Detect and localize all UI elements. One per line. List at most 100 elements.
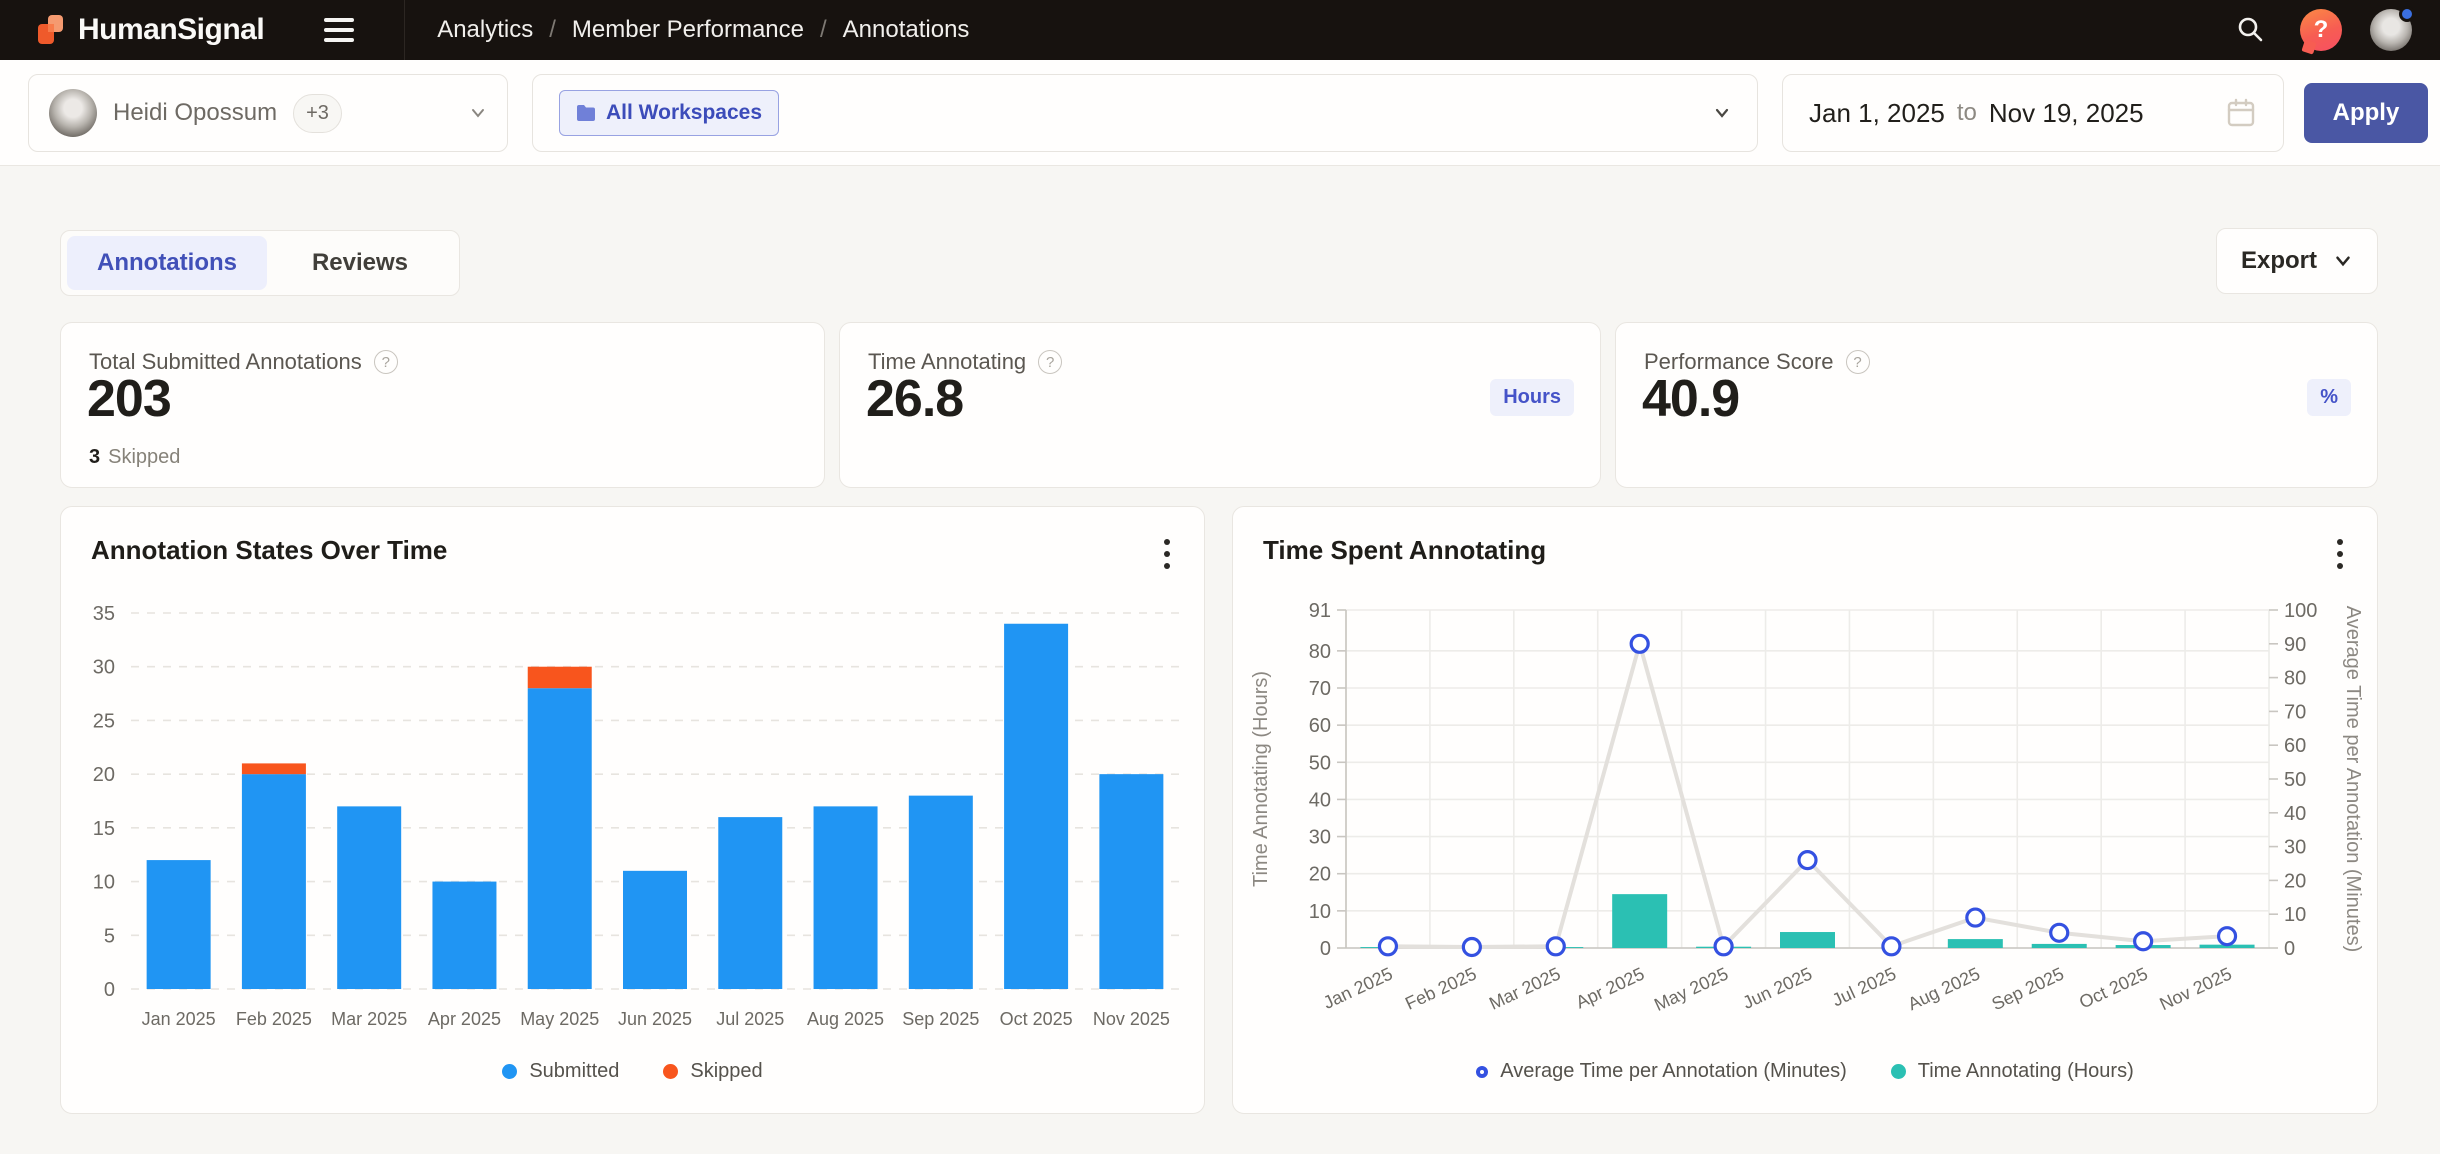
- skipped-legend-dot: [663, 1064, 678, 1079]
- folder-icon: [576, 104, 596, 122]
- chart-card-time-spent: Time Spent Annotating 010203040506070809…: [1232, 506, 2378, 1114]
- svg-text:20: 20: [1309, 864, 1331, 886]
- tab-annotations[interactable]: Annotations: [67, 236, 267, 290]
- svg-text:Jan 2025: Jan 2025: [1320, 963, 1396, 1012]
- svg-text:Oct 2025: Oct 2025: [1000, 1009, 1073, 1029]
- filter-bar: Heidi Opossum +3 All Workspaces Jan 1, 2…: [0, 60, 2440, 166]
- kebab-menu-icon[interactable]: [1160, 535, 1174, 573]
- svg-text:Jul 2025: Jul 2025: [1829, 963, 1899, 1010]
- svg-text:80: 80: [1309, 641, 1331, 663]
- legend-item-skipped[interactable]: Skipped: [663, 1060, 762, 1083]
- svg-text:91: 91: [1309, 600, 1331, 622]
- legend-label: Time Annotating (Hours): [1918, 1060, 2134, 1083]
- svg-text:May 2025: May 2025: [1651, 963, 1731, 1015]
- chart-legend: Average Time per Annotation (Minutes) Ti…: [1233, 1060, 2377, 1083]
- svg-text:10: 10: [93, 872, 115, 894]
- svg-text:Sep 2025: Sep 2025: [1989, 963, 2067, 1014]
- kebab-menu-icon[interactable]: [2333, 535, 2347, 573]
- member-select[interactable]: Heidi Opossum +3: [28, 74, 508, 152]
- svg-text:70: 70: [2284, 701, 2306, 723]
- stat-value: 203: [87, 369, 171, 429]
- svg-text:Mar 2025: Mar 2025: [1486, 963, 1563, 1013]
- svg-text:Oct 2025: Oct 2025: [2076, 963, 2151, 1012]
- tab-group: Annotations Reviews: [60, 230, 460, 296]
- chart-card-annotation-states: Annotation States Over Time 051015202530…: [60, 506, 1205, 1114]
- legend-item-submitted[interactable]: Submitted: [502, 1060, 619, 1083]
- avg-time-legend-ring: [1476, 1066, 1488, 1078]
- svg-text:50: 50: [1309, 752, 1331, 774]
- svg-text:80: 80: [2284, 668, 2306, 690]
- svg-text:Jul 2025: Jul 2025: [716, 1009, 784, 1029]
- user-avatar[interactable]: [2370, 9, 2412, 51]
- breadcrumb-analytics[interactable]: Analytics: [437, 16, 533, 44]
- help-glyph: ?: [2314, 16, 2329, 44]
- unit-badge: %: [2307, 379, 2351, 416]
- svg-text:Nov 2025: Nov 2025: [1093, 1009, 1170, 1029]
- svg-text:90: 90: [2284, 634, 2306, 656]
- svg-text:60: 60: [1309, 715, 1331, 737]
- help-icon[interactable]: ?: [2300, 9, 2342, 51]
- svg-text:Aug 2025: Aug 2025: [807, 1009, 884, 1029]
- svg-text:10: 10: [1309, 901, 1331, 923]
- svg-text:Apr 2025: Apr 2025: [428, 1009, 501, 1029]
- svg-text:May 2025: May 2025: [520, 1009, 599, 1029]
- tab-reviews[interactable]: Reviews: [267, 236, 453, 290]
- svg-text:20: 20: [93, 764, 115, 786]
- svg-text:Mar 2025: Mar 2025: [331, 1009, 407, 1029]
- svg-text:0: 0: [2284, 938, 2295, 960]
- submitted-legend-dot: [502, 1064, 517, 1079]
- date-range-start: Jan 1, 2025: [1809, 98, 1945, 129]
- status-dot: [2399, 6, 2415, 22]
- topbar-divider: [404, 0, 405, 60]
- legend-label: Average Time per Annotation (Minutes): [1500, 1060, 1846, 1083]
- top-navigation-bar: HumanSignal Analytics / Member Performan…: [0, 0, 2440, 60]
- analytics-page: HumanSignal Analytics / Member Performan…: [0, 0, 2440, 1154]
- chevron-down-icon: [2333, 251, 2353, 271]
- svg-text:40: 40: [1309, 789, 1331, 811]
- svg-text:Feb 2025: Feb 2025: [1402, 963, 1479, 1013]
- help-icon[interactable]: ?: [1038, 350, 1062, 374]
- annotation-states-chart: 05101520253035Jan 2025Feb 2025Mar 2025Ap…: [61, 591, 1206, 1051]
- chart-legend: Submitted Skipped: [61, 1060, 1204, 1083]
- menu-icon[interactable]: [324, 17, 354, 43]
- svg-text:Aug 2025: Aug 2025: [1905, 963, 1983, 1014]
- date-range-separator: to: [1957, 99, 1977, 127]
- svg-text:30: 30: [93, 657, 115, 679]
- chart-title: Annotation States Over Time: [91, 535, 447, 566]
- export-button[interactable]: Export: [2216, 228, 2378, 294]
- svg-text:Jan 2025: Jan 2025: [142, 1009, 216, 1029]
- legend-item-avg-time[interactable]: Average Time per Annotation (Minutes): [1476, 1060, 1846, 1083]
- search-icon[interactable]: [2228, 8, 2272, 52]
- breadcrumb-member-performance[interactable]: Member Performance: [572, 16, 804, 44]
- svg-text:50: 50: [2284, 769, 2306, 791]
- workspace-chip-label: All Workspaces: [606, 101, 762, 125]
- help-icon[interactable]: ?: [1846, 350, 1870, 374]
- chart-title: Time Spent Annotating: [1263, 535, 1546, 566]
- legend-item-hours[interactable]: Time Annotating (Hours): [1891, 1060, 2134, 1083]
- stat-card-time-annotating: Time Annotating ? 26.8 Hours: [839, 322, 1601, 488]
- stat-card-total-submitted: Total Submitted Annotations ? 203 3Skipp…: [60, 322, 825, 488]
- breadcrumb-separator: /: [549, 16, 556, 44]
- chevron-down-icon: [469, 104, 487, 122]
- svg-text:Time Annotating (Hours): Time Annotating (Hours): [1250, 671, 1272, 887]
- workspace-select[interactable]: All Workspaces: [532, 74, 1758, 152]
- breadcrumb-annotations[interactable]: Annotations: [843, 16, 970, 44]
- unit-badge: Hours: [1490, 379, 1574, 416]
- svg-text:Feb 2025: Feb 2025: [236, 1009, 312, 1029]
- stat-value: 40.9: [1642, 369, 1739, 429]
- stat-card-performance-score: Performance Score ? 40.9 %: [1615, 322, 2378, 488]
- time-spent-chart: 0102030405060708091010203040506070809010…: [1233, 591, 2379, 1051]
- svg-text:10: 10: [2284, 904, 2306, 926]
- legend-label: Submitted: [529, 1060, 619, 1083]
- svg-text:Apr 2025: Apr 2025: [1573, 963, 1648, 1012]
- workspace-chip[interactable]: All Workspaces: [559, 90, 779, 136]
- svg-text:60: 60: [2284, 735, 2306, 757]
- date-range-end: Nov 19, 2025: [1989, 98, 2144, 129]
- date-range-picker[interactable]: Jan 1, 2025 to Nov 19, 2025: [1782, 74, 2284, 152]
- svg-text:Jun 2025: Jun 2025: [1740, 963, 1816, 1012]
- help-icon[interactable]: ?: [374, 350, 398, 374]
- skipped-count: 3: [89, 446, 100, 468]
- stat-value: 26.8: [866, 369, 963, 429]
- svg-text:5: 5: [104, 925, 115, 947]
- apply-button[interactable]: Apply: [2304, 83, 2428, 143]
